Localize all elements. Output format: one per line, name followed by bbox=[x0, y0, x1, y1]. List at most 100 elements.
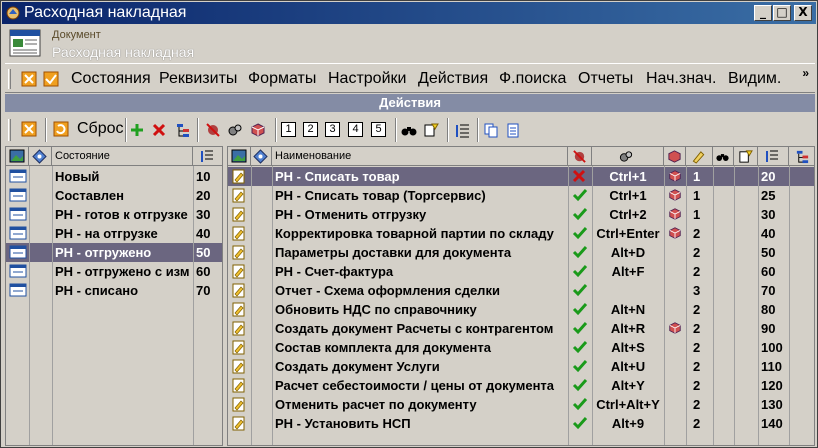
header-state-column[interactable]: Состояние bbox=[52, 147, 193, 166]
check-icon bbox=[572, 264, 588, 281]
cancel-icon[interactable] bbox=[21, 121, 37, 137]
table-row[interactable]: РН - Списать товар Ctrl+1 1 20 bbox=[228, 167, 814, 186]
menu-requisites[interactable]: Реквизиты bbox=[159, 70, 237, 88]
header-object-column[interactable] bbox=[664, 147, 686, 166]
table-row[interactable]: РН - готов к отгрузке 30 bbox=[6, 205, 222, 224]
title-bar[interactable]: Расходная накладная _ □ X bbox=[2, 2, 816, 24]
table-row[interactable]: Составлен 20 bbox=[6, 186, 222, 205]
menu-initial-values[interactable]: Нач.знач. bbox=[646, 70, 716, 88]
preset-1-button[interactable]: 1 bbox=[281, 122, 296, 137]
header-image-column[interactable] bbox=[6, 147, 29, 166]
table-row[interactable]: РН - списано 70 bbox=[6, 281, 222, 300]
table-row[interactable]: Новый 10 bbox=[6, 167, 222, 186]
table-row[interactable]: Отчет - Схема оформления сделки 3 70 bbox=[228, 281, 814, 300]
header-search-column[interactable] bbox=[713, 147, 734, 166]
column-divider bbox=[592, 166, 593, 445]
header-image-column[interactable] bbox=[228, 147, 251, 166]
action-name: Создать документ Услуги bbox=[275, 359, 440, 374]
column-divider bbox=[251, 166, 252, 445]
preset-4-button[interactable]: 4 bbox=[348, 122, 363, 137]
header-name-column[interactable]: Наименование bbox=[272, 147, 568, 166]
table-row[interactable]: РН - Отменить отгрузку Ctrl+2 1 30 bbox=[228, 205, 814, 225]
minimize-button[interactable]: _ bbox=[754, 5, 772, 21]
list-order-icon[interactable] bbox=[455, 122, 471, 138]
table-row[interactable]: РН - отгружено с изм 60 bbox=[6, 262, 222, 281]
cube-icon[interactable] bbox=[250, 122, 266, 138]
action-order: 25 bbox=[761, 188, 776, 203]
check-icon bbox=[572, 321, 588, 338]
gears-icon[interactable] bbox=[227, 122, 243, 138]
header-hotkey-column[interactable] bbox=[592, 147, 664, 166]
state-name: РН - отгружено bbox=[55, 245, 152, 260]
add-icon[interactable] bbox=[129, 122, 145, 138]
filter-icon[interactable] bbox=[423, 122, 439, 138]
states-grid-header: Состояние bbox=[6, 147, 222, 166]
copy-icon[interactable] bbox=[483, 122, 499, 138]
list-order-icon bbox=[766, 150, 778, 162]
close-button[interactable]: X bbox=[794, 5, 812, 21]
toolbar-grip[interactable] bbox=[8, 119, 11, 141]
state-name: РН - на отгрузке bbox=[55, 226, 158, 241]
action-pen-icon bbox=[232, 245, 246, 263]
menu-formats[interactable]: Форматы bbox=[248, 70, 316, 88]
table-row[interactable]: Корректировка товарной партии по складу C… bbox=[228, 224, 814, 243]
preset-5-button[interactable]: 5 bbox=[371, 122, 386, 137]
table-row[interactable]: Создать документ Услуги Alt+U 2 110 bbox=[228, 357, 814, 377]
state-window-icon bbox=[9, 169, 27, 186]
menu-states[interactable]: Состояния bbox=[71, 70, 151, 88]
cancel-icon[interactable] bbox=[21, 71, 37, 87]
reset-button[interactable]: Сброс bbox=[77, 120, 124, 138]
paste-icon[interactable] bbox=[505, 122, 521, 138]
table-row[interactable]: РН - Списать товар (Торгсервис) Ctrl+1 1 25 bbox=[228, 186, 814, 205]
header-kind-column[interactable] bbox=[29, 147, 52, 166]
binoculars-icon[interactable] bbox=[401, 122, 417, 138]
header-filter-column[interactable] bbox=[734, 147, 758, 166]
disable-icon[interactable] bbox=[205, 122, 221, 138]
preset-3-button[interactable]: 3 bbox=[325, 122, 340, 137]
ok-icon[interactable] bbox=[43, 71, 59, 87]
table-row[interactable]: РН - отгружено 50 bbox=[6, 243, 222, 262]
menu-reports[interactable]: Отчеты bbox=[578, 70, 633, 88]
table-row[interactable]: Расчет себестоимости / цены от документа… bbox=[228, 376, 814, 395]
table-row[interactable]: РН - Счет-фактура Alt+F 2 60 bbox=[228, 262, 814, 281]
header-order-column[interactable] bbox=[193, 147, 222, 166]
menu-more-chevron[interactable]: » bbox=[802, 66, 809, 80]
action-order: 90 bbox=[761, 321, 776, 336]
state-name: Составлен bbox=[55, 188, 124, 203]
action-order: 130 bbox=[761, 397, 783, 412]
table-row[interactable]: Создать документ Расчеты с контрагентом A… bbox=[228, 319, 814, 338]
delete-icon[interactable] bbox=[151, 122, 167, 138]
header-kind-column[interactable] bbox=[251, 147, 272, 166]
column-divider bbox=[789, 166, 790, 445]
diamond-icon bbox=[32, 149, 47, 164]
maximize-button[interactable]: □ bbox=[773, 5, 791, 21]
action-name: РН - Списать товар bbox=[275, 169, 400, 184]
menu-settings[interactable]: Настройки bbox=[328, 70, 406, 88]
action-name: Создать документ Расчеты с контрагентом bbox=[275, 321, 554, 336]
preset-2-button[interactable]: 2 bbox=[303, 122, 318, 137]
toolbar-grip[interactable] bbox=[8, 69, 11, 89]
reset-icon[interactable] bbox=[53, 121, 69, 137]
filter-icon bbox=[739, 150, 753, 163]
header-order-column[interactable] bbox=[758, 147, 789, 166]
menu-actions[interactable]: Действия bbox=[418, 70, 488, 88]
state-order: 60 bbox=[196, 264, 211, 279]
menu-visibility[interactable]: Видим. bbox=[728, 70, 781, 88]
table-row[interactable]: Параметры доставки для документа Alt+D 2 50 bbox=[228, 243, 814, 263]
header-level-column[interactable] bbox=[686, 147, 713, 166]
table-row[interactable]: Обновить НДС по справочнику Alt+N 2 80 bbox=[228, 300, 814, 320]
tree-icon[interactable] bbox=[175, 122, 191, 138]
header-tree-column[interactable] bbox=[789, 147, 814, 166]
table-row[interactable]: РН - на отгрузке 40 bbox=[6, 224, 222, 243]
action-level: 3 bbox=[693, 283, 701, 298]
action-pen-icon bbox=[232, 302, 246, 320]
action-pen-icon bbox=[232, 359, 246, 377]
menu-search-forms[interactable]: Ф.поиска bbox=[499, 70, 566, 88]
table-row[interactable]: Состав комплекта для документа Alt+S 2 100 bbox=[228, 338, 814, 357]
action-pen-icon bbox=[232, 207, 246, 225]
action-name: Обновить НДС по справочнику bbox=[275, 302, 477, 317]
action-name: Отменить расчет по документу bbox=[275, 397, 477, 412]
table-row[interactable]: РН - Установить НСП Alt+9 2 140 bbox=[228, 414, 814, 433]
table-row[interactable]: Отменить расчет по документу Ctrl+Alt+Y 2 1… bbox=[228, 395, 814, 414]
header-enabled-column[interactable] bbox=[568, 147, 592, 166]
